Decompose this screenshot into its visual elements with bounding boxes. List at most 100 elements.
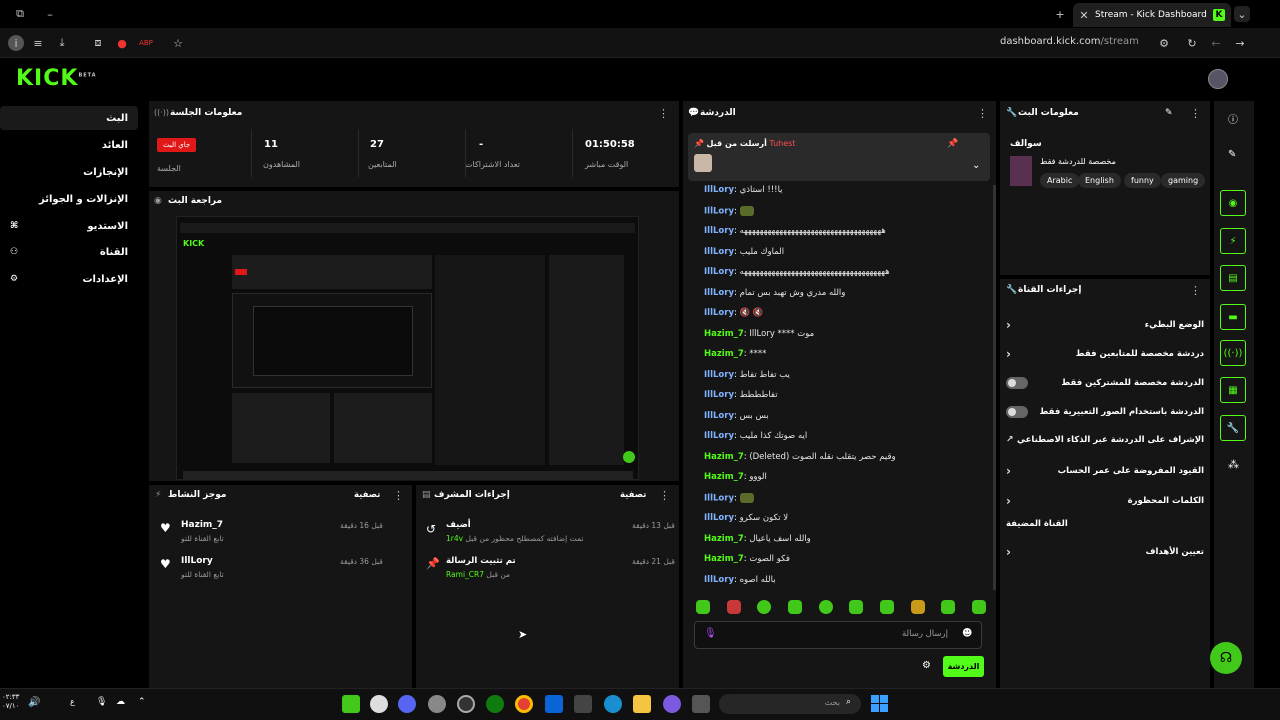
copilot-icon[interactable]: [663, 695, 681, 713]
tag-chip[interactable]: funny: [1124, 173, 1161, 188]
chat-username[interactable]: Hazim_7: [704, 534, 744, 544]
task-view-icon[interactable]: [692, 695, 710, 713]
settings-app-icon[interactable]: [428, 695, 446, 713]
tray-expand-icon[interactable]: ⌃: [138, 697, 146, 707]
kick-logo[interactable]: KICKBETA: [16, 66, 97, 91]
rail-mod-button[interactable]: ▤: [1220, 265, 1246, 291]
url-text[interactable]: dashboard.kick.com/stream: [1000, 36, 1139, 47]
browser-tab[interactable]: ✕ Stream - Kick Dashboard K: [1073, 3, 1231, 27]
emote-icon[interactable]: [910, 600, 925, 614]
reading-list-icon[interactable]: ≡: [30, 35, 46, 51]
emoji-picker-icon[interactable]: ☻: [962, 628, 972, 639]
chat-message[interactable]: IllLory: تفاطططط: [690, 390, 986, 400]
download-icon[interactable]: ⤓: [54, 35, 70, 51]
subscribers-only-toggle[interactable]: [1006, 377, 1028, 389]
chat-username[interactable]: IllLory: [704, 226, 734, 236]
taskbar-clock[interactable]: ٠٢:٣٣ ٠٧/١٠: [2, 693, 19, 711]
ai-moderation-row[interactable]: الإشراف على الدردشة عبر الذكاء الاصطناعي…: [1006, 435, 1204, 445]
chat-message[interactable]: IllLory: يا!!! استاذي: [690, 185, 986, 195]
reload-icon[interactable]: ↻: [1184, 35, 1200, 51]
user-avatar[interactable]: [1208, 69, 1228, 89]
rail-tools-button[interactable]: 🔧: [1220, 415, 1246, 441]
chat-message[interactable]: IllLory: لا تكون سكرو: [690, 513, 986, 523]
volume-icon[interactable]: 🔊: [28, 697, 40, 708]
cloud-tray-icon[interactable]: ☁: [116, 697, 125, 707]
tag-chip[interactable]: Arabic: [1040, 173, 1080, 188]
forward-icon[interactable]: ←: [1208, 35, 1224, 51]
emote-icon[interactable]: [787, 600, 802, 614]
chat-menu-icon[interactable]: ⋮: [977, 107, 988, 120]
nav-item-achievements[interactable]: الإنجازات: [0, 160, 138, 184]
rail-activity-button[interactable]: ⚡: [1220, 228, 1246, 254]
store-icon[interactable]: [574, 695, 592, 713]
chat-message[interactable]: IllLory: يب تفاط تفاط: [690, 370, 986, 380]
tag-chip[interactable]: gaming: [1161, 173, 1206, 188]
chat-message[interactable]: IllLory: ايه صوتك كذا مليب: [690, 431, 986, 441]
chat-message[interactable]: IllLory: بالله اصوه: [690, 575, 986, 585]
microphone-tray-icon[interactable]: 🎙: [96, 697, 107, 707]
emote-icon[interactable]: [941, 600, 956, 614]
window-menu-icon[interactable]: ⧉: [12, 6, 28, 22]
obs-icon[interactable]: [457, 695, 475, 713]
chat-message[interactable]: Hazim_7: والله اسف ياعيال: [690, 534, 986, 544]
chat-message[interactable]: IllLory:: [690, 205, 986, 216]
mod-menu-icon[interactable]: ⋮: [659, 489, 670, 502]
chat-message[interactable]: Hazim_7: IllLory **** موت: [690, 329, 986, 339]
close-tab-icon[interactable]: ✕: [1079, 7, 1089, 23]
back-icon[interactable]: →: [1232, 35, 1248, 51]
activity-menu-icon[interactable]: ⋮: [393, 489, 404, 502]
profile-icon[interactable]: i: [8, 35, 24, 51]
chat-username[interactable]: Hazim_7: [704, 329, 744, 339]
new-tab-icon[interactable]: +: [1052, 6, 1068, 22]
activity-user[interactable]: IllLory: [181, 556, 213, 566]
kick-app-icon[interactable]: [342, 695, 360, 713]
chat-settings-icon[interactable]: ⚙: [922, 660, 931, 671]
emote-icon[interactable]: [818, 600, 833, 614]
stream-category[interactable]: مخصصة للدردشة فقط: [1040, 157, 1116, 166]
help-headset-icon[interactable]: ☊: [1210, 642, 1242, 674]
category-thumbnail[interactable]: [1010, 156, 1032, 186]
emote-icon[interactable]: [726, 600, 741, 614]
chat-username[interactable]: IllLory: [704, 431, 734, 441]
chat-username[interactable]: IllLory: [704, 247, 734, 257]
edit-icon[interactable]: ✎: [1228, 149, 1236, 160]
unpin-icon[interactable]: 📌: [947, 139, 958, 149]
site-settings-icon[interactable]: ⚙: [1156, 35, 1172, 51]
chat-message[interactable]: Hazim_7: فكو الصوت: [690, 554, 986, 564]
chat-username[interactable]: Hazim_7: [704, 554, 744, 564]
followers-only-row[interactable]: دردشة مخصصة للمتابعين فقط ›: [1006, 347, 1204, 361]
edge-icon[interactable]: [604, 695, 622, 713]
emote-icon[interactable]: [757, 600, 772, 614]
expand-pinned-icon[interactable]: ⌄: [972, 160, 980, 171]
nav-item-drops[interactable]: الإنزالات و الجوائز: [0, 187, 138, 211]
outlook-icon[interactable]: [545, 695, 563, 713]
chat-scrollbar[interactable]: [993, 185, 996, 590]
slow-mode-row[interactable]: الوضع البطيء ›: [1006, 318, 1204, 332]
chat-username[interactable]: IllLory: [704, 206, 734, 216]
chat-username[interactable]: IllLory: [704, 288, 734, 298]
emote-icon[interactable]: [971, 600, 986, 614]
chat-username[interactable]: IllLory: [704, 513, 734, 523]
stream-info-menu-icon[interactable]: ⋮: [1190, 107, 1201, 120]
chat-username[interactable]: IllLory: [704, 493, 734, 503]
nav-item-settings[interactable]: الإعدادات ⚙: [0, 267, 138, 291]
rail-layout-button[interactable]: ▦: [1220, 377, 1246, 403]
nav-item-studio[interactable]: الاستديو ⌘: [0, 214, 138, 238]
account-age-row[interactable]: القيود المفروضة على عمر الحساب ›: [1006, 464, 1204, 478]
banned-words-row[interactable]: الكلمات المحظورة ›: [1006, 494, 1204, 508]
emote-icon[interactable]: [849, 600, 864, 614]
chat-username[interactable]: Hazim_7: [704, 452, 744, 462]
adblock-icon[interactable]: ABP: [138, 35, 154, 51]
chat-username[interactable]: IllLory: [704, 370, 734, 380]
mod-filter-button[interactable]: تصفية: [620, 490, 646, 500]
chat-message[interactable]: IllLory:: [690, 492, 986, 503]
discord-icon[interactable]: [398, 695, 416, 713]
chat-message[interactable]: IllLory: ههههههههههههههههههههههههههههههه…: [690, 267, 986, 277]
language-icon[interactable]: ع: [70, 697, 75, 706]
bookmark-star-icon[interactable]: ☆: [170, 35, 186, 51]
chat-username[interactable]: IllLory: [704, 308, 734, 318]
chrome-icon[interactable]: [515, 695, 533, 713]
windows-start-icon[interactable]: [871, 695, 888, 712]
emote-icon[interactable]: [879, 600, 894, 614]
set-goals-row[interactable]: تعيين الأهداف ›: [1006, 545, 1204, 559]
